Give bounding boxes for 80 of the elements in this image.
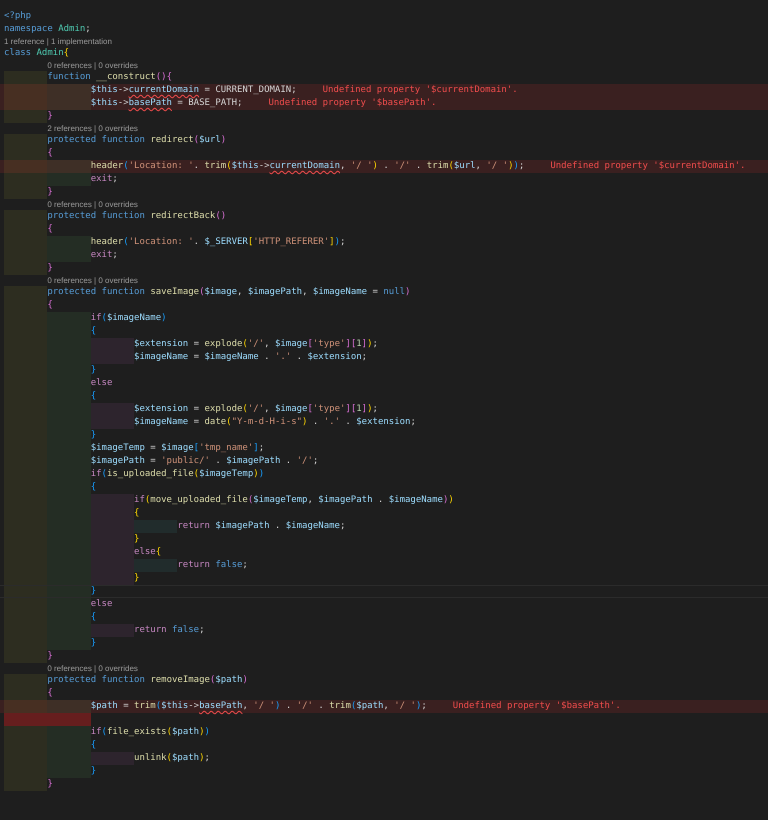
indent-highlight [47, 84, 91, 97]
indent-highlight [4, 726, 48, 739]
indent-highlight [4, 147, 48, 160]
codelens-link[interactable]: 0 references | 0 overrides [47, 199, 138, 210]
code-line: if($imageName) [90, 312, 167, 325]
indent-highlight [4, 700, 48, 713]
indent-highlight [4, 84, 48, 97]
code-line: { [47, 687, 53, 700]
code-line: return false; [177, 559, 248, 572]
code-line: protected function saveImage($image, $imagePath, $imageName = null) [47, 286, 410, 299]
code-line: protected function redirect($url) [47, 134, 226, 147]
code-line: { [47, 299, 53, 312]
code-line: } [90, 637, 96, 650]
error-message: Undefined property '$currentDomain'. [550, 160, 746, 173]
code-line: if(is_uploaded_file($imageTemp)) [90, 468, 264, 481]
codelens-link[interactable]: 0 references | 0 overrides [47, 60, 138, 71]
codelens-link[interactable]: 0 references | 0 overrides [47, 663, 138, 674]
code-line: } [134, 533, 140, 546]
code-line: } [47, 778, 53, 791]
code-line: $this->basePath = BASE_PATH; [90, 97, 242, 110]
code-line: } [90, 429, 96, 442]
indent-highlight [4, 173, 48, 186]
code-line: class Admin{ [4, 47, 70, 60]
code-line: { [90, 481, 96, 494]
indent-highlight [4, 97, 48, 110]
code-line: unlink($path); [134, 752, 210, 765]
code-line: $path = trim($this->basePath, '/ ') . '/' . trim($path, '/ '); [90, 700, 427, 713]
code-line: return false; [134, 624, 204, 637]
indent-highlight [4, 110, 48, 123]
code-line: } [47, 262, 53, 275]
code-line: return $imagePath . $imageName; [177, 520, 346, 533]
indent-highlight [4, 687, 48, 700]
code-line: else [90, 598, 112, 611]
code-line: $imageTemp = $image['tmp_name']; [90, 442, 264, 455]
code-line: $extension = explode('/', $image['type'][1]); [134, 403, 378, 416]
code-line: } [90, 364, 96, 377]
code-line: else{ [134, 546, 162, 559]
code-line: exit; [90, 249, 118, 262]
codelens-link[interactable]: 2 references | 0 overrides [47, 123, 138, 134]
code-line: exit; [90, 173, 118, 186]
code-line: namespace Admin; [4, 23, 91, 36]
code-line: { [134, 507, 140, 520]
code-line: protected function removeImage($path) [47, 674, 248, 687]
indent-highlight [47, 97, 91, 110]
codelens-link[interactable]: 1 reference | 1 implementation [4, 36, 112, 47]
codelens-link[interactable]: 0 references | 0 overrides [47, 275, 138, 286]
indent-highlight [47, 726, 91, 739]
code-line: } [47, 650, 53, 663]
code-line: { [90, 739, 96, 752]
code-line: if(move_uploaded_file($imageTemp, $imagePath . $imageName)) [134, 494, 454, 507]
code-line: { [90, 325, 96, 338]
code-line: { [90, 390, 96, 403]
code-line: } [90, 585, 96, 598]
code-line: header('Location: '. $_SERVER['HTTP_REFERER']); [90, 236, 346, 249]
code-line: $imageName = $imageName . '.' . $extension; [134, 351, 368, 364]
code-line: $extension = explode('/', $image['type'][1]); [134, 338, 378, 351]
code-line: protected function redirectBack() [47, 210, 226, 223]
code-line: } [90, 765, 96, 778]
code-line: header('Location: '. trim($this->currentDomain, '/ ') . '/' . trim($url, '/ ')); [90, 160, 524, 173]
code-line: { [47, 223, 53, 236]
indent-highlight [4, 71, 48, 84]
code-line: { [47, 147, 53, 160]
indent-highlight [47, 160, 91, 173]
code-line: } [47, 110, 53, 123]
error-message: Undefined property '$currentDomain'. [322, 84, 518, 97]
code-line: } [47, 186, 53, 199]
indent-highlight [47, 173, 91, 186]
code-line: function __construct(){ [47, 71, 172, 84]
error-message: Undefined property '$basePath'. [268, 97, 436, 110]
error-message: Undefined property '$basePath'. [452, 700, 621, 713]
code-line: else [90, 377, 112, 390]
code-line: $imagePath = 'public/' . $imagePath . '/'; [90, 455, 318, 468]
indent-highlight [47, 700, 91, 713]
code-line: { [90, 611, 96, 624]
code-line: $imageName = date("Y-m-d-H-i-s") . '.' . $extension; [134, 416, 416, 429]
code-line: <?php [4, 10, 32, 23]
code-line: } [134, 572, 140, 585]
code-line: $this->currentDomain = CURRENT_DOMAIN; [90, 84, 297, 97]
code-line: if(file_exists($path)) [90, 726, 210, 739]
indent-highlight [4, 160, 48, 173]
